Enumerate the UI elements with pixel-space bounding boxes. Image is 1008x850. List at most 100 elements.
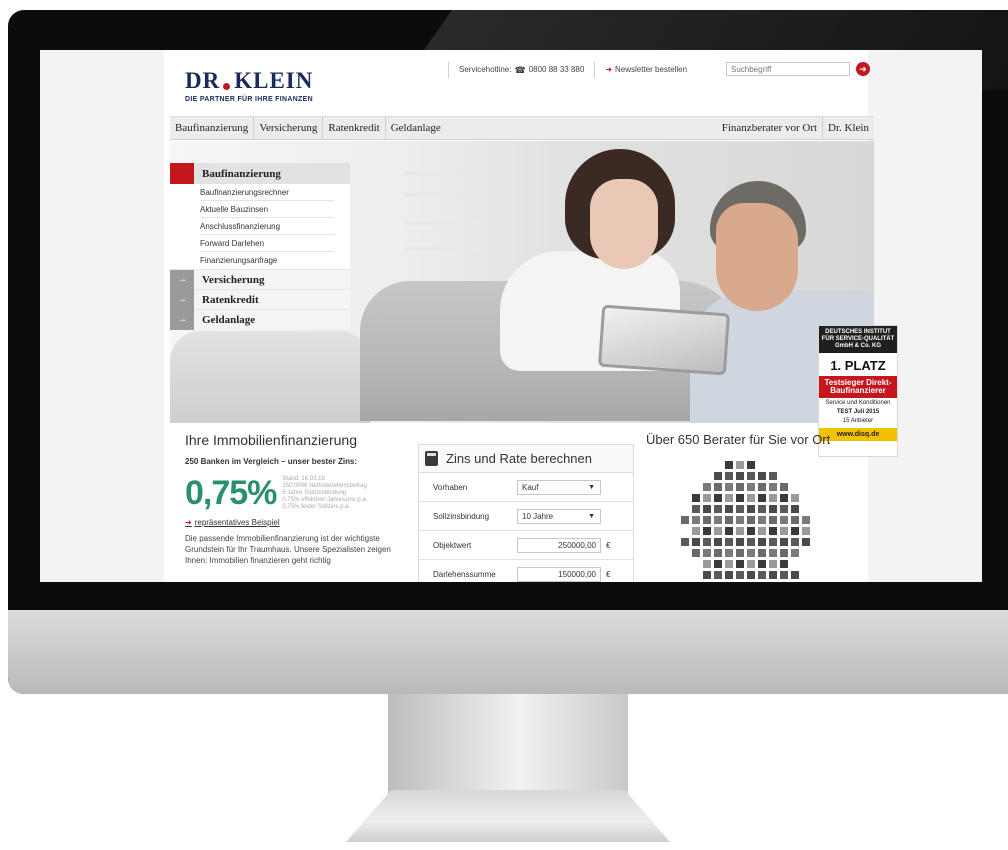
calc-row-vorhaben: Vorhaben Kauf ▼ — [419, 473, 633, 502]
logo-brand-right: KLEIN — [234, 68, 314, 93]
advisor-portrait — [724, 526, 734, 536]
submenu-link[interactable]: Aktuelle Bauzinsen — [200, 201, 334, 218]
badge-award: Testsieger Direkt-Baufinanzierer — [819, 376, 897, 398]
servicehotline-label: Servicehotline: — [459, 65, 512, 74]
rate-notes: Stand: 16.03.16 150.000€ Nettodarlehensb… — [282, 476, 368, 510]
search-submit-icon[interactable]: ➜ — [856, 62, 870, 76]
advisors-heading: Über 650 Berater für Sie vor Ort — [646, 432, 831, 447]
servicehotline-number: 0800 88 33 880 — [528, 65, 585, 74]
arrow-right-icon: → — [170, 289, 194, 310]
advisor-portrait — [691, 504, 701, 514]
advisor-portrait — [713, 515, 723, 525]
advisor-portrait — [724, 471, 734, 481]
darlehenssumme-input[interactable]: 150000,00 — [517, 566, 601, 582]
advisor-portrait — [713, 493, 723, 503]
advisor-portrait — [768, 515, 778, 525]
submenu-link[interactable]: Forward Darlehen — [200, 235, 334, 252]
chevron-down-icon: ▼ — [588, 512, 595, 520]
advisor-portrait — [702, 504, 712, 514]
vorhaben-select[interactable]: Kauf ▼ — [517, 479, 601, 495]
advisor-portrait — [713, 526, 723, 536]
advisor-portrait — [779, 515, 789, 525]
advisor-portrait — [735, 570, 745, 580]
advisor-portrait — [702, 548, 712, 558]
advisor-portrait — [691, 526, 701, 536]
advisor-portrait — [680, 537, 690, 547]
submenu-link[interactable]: Anschlussfinanzierung — [200, 218, 334, 235]
advisor-portrait — [779, 559, 789, 569]
sub-menu: Baufinanzierung Baufinanzierungsrechner … — [170, 163, 350, 330]
advisor-portrait — [746, 526, 756, 536]
advisor-portrait — [702, 570, 712, 580]
best-rate: 0,75% — [185, 474, 277, 512]
newsletter-link[interactable]: ➜ Newsletter bestellen — [594, 62, 697, 78]
advisor-portrait — [724, 559, 734, 569]
advisor-portrait — [735, 559, 745, 569]
arrow-right-icon: ➜ — [605, 65, 613, 74]
badge-place: 1. PLATZ — [830, 358, 886, 373]
submenu-link[interactable]: Finanzierungsanfrage — [200, 252, 334, 269]
advisor-portrait — [713, 537, 723, 547]
arrow-right-icon: ➜ — [185, 518, 192, 527]
nav-finanzberater[interactable]: Finanzberater vor Ort — [717, 117, 822, 139]
advisor-portrait — [702, 559, 712, 569]
nav-ratenkredit[interactable]: Ratenkredit — [323, 117, 386, 139]
nav-geldanlage[interactable]: Geldanlage — [386, 117, 446, 139]
advisor-portrait — [757, 537, 767, 547]
site-logo[interactable]: DR KLEIN DIE PARTNER FÜR IHRE FINANZEN — [185, 68, 313, 103]
advisor-portrait — [779, 570, 789, 580]
advisor-portrait — [790, 493, 800, 503]
advisor-portrait — [724, 537, 734, 547]
advisor-portrait — [779, 482, 789, 492]
advisor-portrait — [702, 482, 712, 492]
badge-anbieter: 15 Anbieter — [842, 418, 874, 424]
advisor-portrait — [746, 570, 756, 580]
advisor-portrait — [790, 515, 800, 525]
representative-example-link[interactable]: ➜ repräsentatives Beispiel — [185, 518, 395, 527]
logo-dot-icon — [223, 82, 231, 90]
monitor-chin — [8, 610, 1008, 694]
advisor-portrait — [713, 504, 723, 514]
nav-baufinanzierung[interactable]: Baufinanzierung — [170, 117, 255, 139]
calc-row-objektwert: Objektwert 250000,00 € — [419, 531, 633, 560]
advisor-portrait — [735, 537, 745, 547]
badge-service: Service und Konditionen — [825, 400, 891, 406]
advisor-portrait — [757, 559, 767, 569]
tablet — [597, 304, 731, 376]
advisor-portrait — [746, 515, 756, 525]
advisor-portrait — [724, 493, 734, 503]
sollzinsbindung-select[interactable]: 10 Jahre ▼ — [517, 508, 601, 524]
chevron-down-icon: ▼ — [588, 483, 595, 491]
advisor-portrait — [746, 471, 756, 481]
nav-versicherung[interactable]: Versicherung — [254, 117, 324, 139]
advisor-portrait — [746, 537, 756, 547]
submenu-cat-geldanlage[interactable]: → Geldanlage — [170, 309, 350, 330]
advisor-portrait — [757, 482, 767, 492]
advisor-portrait — [724, 515, 734, 525]
advisor-portrait — [724, 460, 734, 470]
monitor-stand-base — [346, 790, 670, 842]
advisor-portrait — [768, 493, 778, 503]
advisor-portrait — [801, 537, 811, 547]
nav-dr-klein[interactable]: Dr. Klein — [822, 117, 874, 139]
advisor-portrait — [735, 471, 745, 481]
sofa-arm — [170, 331, 370, 423]
advisor-portrait — [724, 548, 734, 558]
advisor-portrait — [735, 482, 745, 492]
servicehotline[interactable]: Servicehotline: ☎ 0800 88 33 880 — [448, 62, 594, 78]
objektwert-input[interactable]: 250000,00 — [517, 537, 601, 553]
advisor-portrait — [757, 515, 767, 525]
monitor-stand-neck — [388, 694, 628, 804]
advisor-portrait — [680, 515, 690, 525]
submenu-cat-ratenkredit[interactable]: → Ratenkredit — [170, 289, 350, 310]
submenu-link[interactable]: Baufinanzierungsrechner — [200, 184, 334, 201]
advisor-portrait — [768, 504, 778, 514]
submenu-cat-versicherung[interactable]: → Versicherung — [170, 269, 350, 290]
submenu-active-baufinanzierung[interactable]: Baufinanzierung — [170, 163, 350, 184]
search-input[interactable] — [726, 62, 850, 76]
main-nav: Baufinanzierung Versicherung Ratenkredit… — [170, 116, 874, 140]
advisor-portrait — [691, 548, 701, 558]
advisor-portrait — [779, 504, 789, 514]
advisor-portrait — [790, 537, 800, 547]
advisor-portrait — [768, 526, 778, 536]
